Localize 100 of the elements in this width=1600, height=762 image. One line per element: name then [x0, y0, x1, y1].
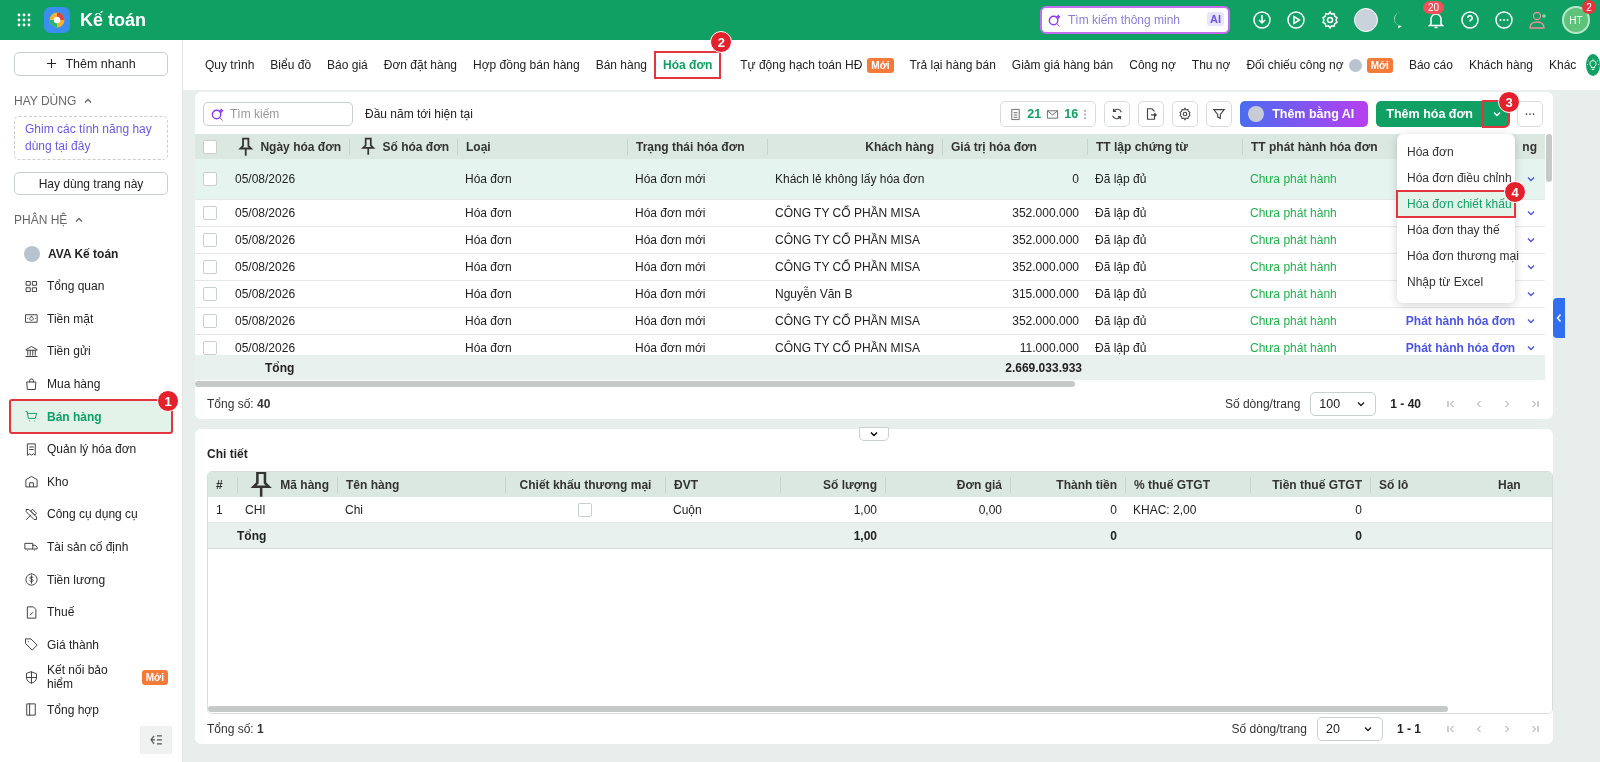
- column-header[interactable]: Tên hàng: [337, 476, 505, 493]
- assistant-avatar[interactable]: [1354, 8, 1378, 32]
- tab[interactable]: Báo giá: [319, 52, 376, 78]
- column-header[interactable]: Khách hàng: [767, 138, 942, 155]
- sidebar-item[interactable]: Thuế: [14, 595, 168, 629]
- checkbox[interactable]: [203, 260, 217, 274]
- tab[interactable]: Công nợ: [1121, 52, 1184, 78]
- column-header[interactable]: Hạn: [1490, 472, 1552, 497]
- collapse-button[interactable]: [859, 427, 889, 441]
- checkbox[interactable]: [203, 139, 217, 154]
- menu-item[interactable]: Nhập từ Excel: [1397, 269, 1515, 295]
- checkbox[interactable]: [203, 341, 217, 355]
- tab[interactable]: Đơn đặt hàng: [375, 52, 466, 78]
- lightbulb-icon[interactable]: [1586, 54, 1600, 76]
- sidebar-item[interactable]: Tiền lương: [14, 563, 168, 596]
- column-header[interactable]: Tiền thuế GTGT: [1250, 476, 1370, 493]
- checkbox[interactable]: [203, 206, 217, 220]
- column-header[interactable]: Số hóa đơn: [349, 138, 457, 155]
- pin-page-button[interactable]: Hay dùng trang này: [14, 171, 168, 196]
- play-icon[interactable]: [1286, 10, 1306, 30]
- checkbox[interactable]: [578, 502, 592, 517]
- page-size-select[interactable]: 100: [1310, 392, 1377, 416]
- page-size-select[interactable]: 20: [1317, 717, 1383, 741]
- download-icon[interactable]: [1252, 10, 1272, 30]
- add-with-ai-button[interactable]: Thêm bằng AI: [1240, 101, 1369, 127]
- column-header[interactable]: Ngày hóa đơn: [227, 134, 349, 159]
- settings-button[interactable]: [1172, 101, 1199, 127]
- column-header[interactable]: Thành tiền: [1010, 476, 1125, 493]
- expand-panel-tab[interactable]: [1553, 298, 1565, 338]
- issue-invoice-link[interactable]: Phát hành hóa đơn: [1405, 341, 1515, 355]
- column-header[interactable]: % thuế GTGT: [1125, 476, 1250, 493]
- more-button[interactable]: [1517, 101, 1543, 127]
- tab[interactable]: Giảm giá hàng bán: [1003, 52, 1122, 78]
- column-header[interactable]: Giá trị hóa đơn: [942, 138, 1087, 155]
- apps-grid-icon[interactable]: [16, 12, 32, 28]
- sidebar-item[interactable]: Kết nối bảo hiểm Mới: [14, 661, 168, 694]
- column-header[interactable]: Mã hàng: [237, 476, 337, 493]
- sidebar-item[interactable]: Quản lý hóa đơn: [14, 432, 168, 466]
- sidebar-item[interactable]: Tổng hợp: [14, 693, 168, 727]
- collapse-sidebar-icon[interactable]: [140, 726, 172, 754]
- last-page-icon[interactable]: [1529, 398, 1541, 410]
- table-row[interactable]: 05/08/2026 Hóa đơn Hóa đơn mới CÔNG TY CỔ PHẦN MISA 11.000.000 Đã lập đủ Chưa phát hành: [195, 335, 1392, 355]
- sidebar-item[interactable]: Tài sản cố định: [14, 530, 168, 564]
- quick-add-button[interactable]: Thêm nhanh: [14, 52, 168, 76]
- last-page-icon[interactable]: [1529, 723, 1541, 735]
- menu-item[interactable]: Hóa đơn điều chỉnh: [1397, 165, 1515, 191]
- sidebar-item[interactable]: Tiền mặt: [14, 302, 168, 336]
- add-user-icon[interactable]: [1528, 10, 1548, 30]
- column-header[interactable]: Loại: [457, 138, 627, 155]
- first-page-icon[interactable]: [1445, 398, 1457, 410]
- sidebar-item[interactable]: AVA Kế toán: [14, 237, 168, 270]
- table-row[interactable]: 05/08/2026 Hóa đơn Hóa đơn mới CÔNG TY CỔ PHẦN MISA 352.000.000 Đã lập đủ Chưa phát hành: [195, 254, 1392, 280]
- settings-icon[interactable]: [1320, 10, 1340, 30]
- tab[interactable]: Bán hàng: [587, 52, 656, 78]
- tab[interactable]: Tự động hạch toán HĐ Mới: [732, 52, 902, 78]
- scrollbar-thumb[interactable]: [208, 706, 1448, 712]
- tab[interactable]: Hợp đồng bán hàng: [465, 52, 588, 78]
- table-row[interactable]: 05/08/2026 Hóa đơn Hóa đơn mới CÔNG TY CỔ PHẦN MISA 352.000.000 Đã lập đủ Chưa phát hành: [195, 227, 1392, 253]
- sidebar-item[interactable]: Tiền gửi: [14, 335, 168, 368]
- column-header[interactable]: Đơn giá: [885, 476, 1010, 493]
- checkbox[interactable]: [203, 314, 217, 328]
- tab[interactable]: Biểu đồ: [262, 52, 320, 78]
- checkbox[interactable]: [203, 172, 217, 186]
- help-icon[interactable]: [1460, 10, 1480, 30]
- column-header[interactable]: TT lập chứng từ: [1087, 138, 1242, 155]
- table-row[interactable]: 05/08/2026 Hóa đơn Hóa đơn mới CÔNG TY CỔ PHẦN MISA 352.000.000 Đã lập đủ Chưa phát hành: [195, 200, 1392, 226]
- more-icon[interactable]: [1494, 10, 1514, 30]
- tab[interactable]: Khách hàng: [1460, 52, 1541, 78]
- scrollbar-thumb[interactable]: [195, 381, 1075, 387]
- tab[interactable]: Đối chiếu công nợ Mới: [1238, 52, 1401, 78]
- checkbox[interactable]: [203, 233, 217, 247]
- period-filter[interactable]: Đầu năm tới hiện tại: [365, 107, 473, 121]
- sidebar-item[interactable]: Công cụ dụng cụ: [14, 498, 168, 531]
- first-page-icon[interactable]: [1445, 723, 1457, 735]
- refresh-button[interactable]: [1104, 101, 1131, 127]
- column-header[interactable]: Số lượng: [780, 476, 885, 493]
- column-header[interactable]: #: [208, 472, 237, 497]
- column-header[interactable]: Số lô: [1370, 476, 1490, 493]
- tab[interactable]: Quy trình: [197, 52, 263, 78]
- column-header[interactable]: Trạng thái hóa đơn: [627, 138, 767, 155]
- menu-item[interactable]: Hóa đơn: [1397, 139, 1515, 165]
- tab[interactable]: Báo cáo: [1400, 52, 1461, 78]
- menu-item[interactable]: Hóa đơn thay thế: [1397, 217, 1515, 243]
- counts-group[interactable]: 21 16: [1000, 101, 1097, 127]
- tab[interactable]: Trả lại hàng bán: [901, 52, 1004, 78]
- table-row[interactable]: 05/08/2026 Hóa đơn Hóa đơn mới Khách lẻ không lấy hóa đơn 0 Đã lập đủ Chưa phát hành: [195, 159, 1392, 199]
- tab[interactable]: Khác: [1541, 52, 1585, 78]
- export-button[interactable]: [1138, 101, 1165, 127]
- table-row[interactable]: 05/08/2026 Hóa đơn Hóa đơn mới CÔNG TY CỔ PHẦN MISA 352.000.000 Đã lập đủ Chưa phát hành: [195, 308, 1392, 334]
- sidebar-item[interactable]: Kho: [14, 465, 168, 499]
- tab[interactable]: Thu nợ: [1183, 52, 1239, 78]
- sidebar-item[interactable]: Tổng quan: [14, 269, 168, 303]
- scrollbar-thumb[interactable]: [1546, 134, 1552, 182]
- search-field[interactable]: Tìm kiếm: [203, 102, 353, 126]
- checkbox[interactable]: [203, 287, 217, 301]
- column-header[interactable]: Chiết khấu thương mại: [505, 476, 665, 493]
- sidebar-item[interactable]: Giá thành: [14, 628, 168, 662]
- filter-button[interactable]: [1206, 101, 1233, 127]
- column-header[interactable]: ĐVT: [665, 476, 780, 493]
- table-row[interactable]: 05/08/2026 Hóa đơn Hóa đơn mới Nguyễn Văn B 315.000.000 Đã lập đủ Chưa phát hành: [195, 281, 1392, 307]
